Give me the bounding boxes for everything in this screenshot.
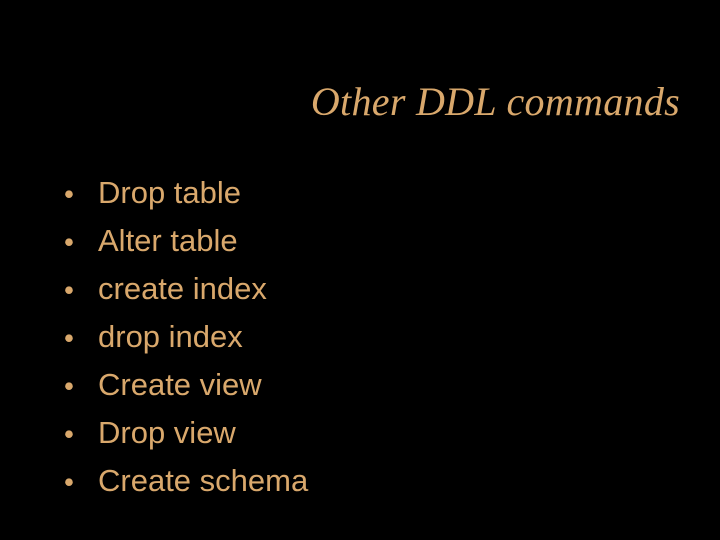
- list-item-label: create index: [98, 266, 267, 313]
- bullet-icon: •: [62, 218, 76, 266]
- list-item-label: Drop view: [98, 410, 236, 457]
- list-item: • Create schema: [62, 458, 660, 506]
- list-item-label: Drop table: [98, 170, 241, 217]
- bullet-icon: •: [62, 170, 76, 218]
- list-item-label: Create view: [98, 362, 262, 409]
- list-item: • create index: [62, 266, 660, 314]
- bullet-icon: •: [62, 458, 76, 506]
- bullet-icon: •: [62, 362, 76, 410]
- bullet-icon: •: [62, 314, 76, 362]
- list-item-label: Alter table: [98, 218, 238, 265]
- list-item-label: drop index: [98, 314, 243, 361]
- list-item-label: Create schema: [98, 458, 308, 505]
- list-item: • Create view: [62, 362, 660, 410]
- slide-title: Other DDL commands: [0, 78, 680, 125]
- bullet-icon: •: [62, 410, 76, 458]
- list-item: • drop index: [62, 314, 660, 362]
- bullet-icon: •: [62, 266, 76, 314]
- list-item: • Drop view: [62, 410, 660, 458]
- list-item: • Alter table: [62, 218, 660, 266]
- list-item: • Drop table: [62, 170, 660, 218]
- slide: Other DDL commands • Drop table • Alter …: [0, 0, 720, 540]
- bullet-list: • Drop table • Alter table • create inde…: [62, 170, 660, 506]
